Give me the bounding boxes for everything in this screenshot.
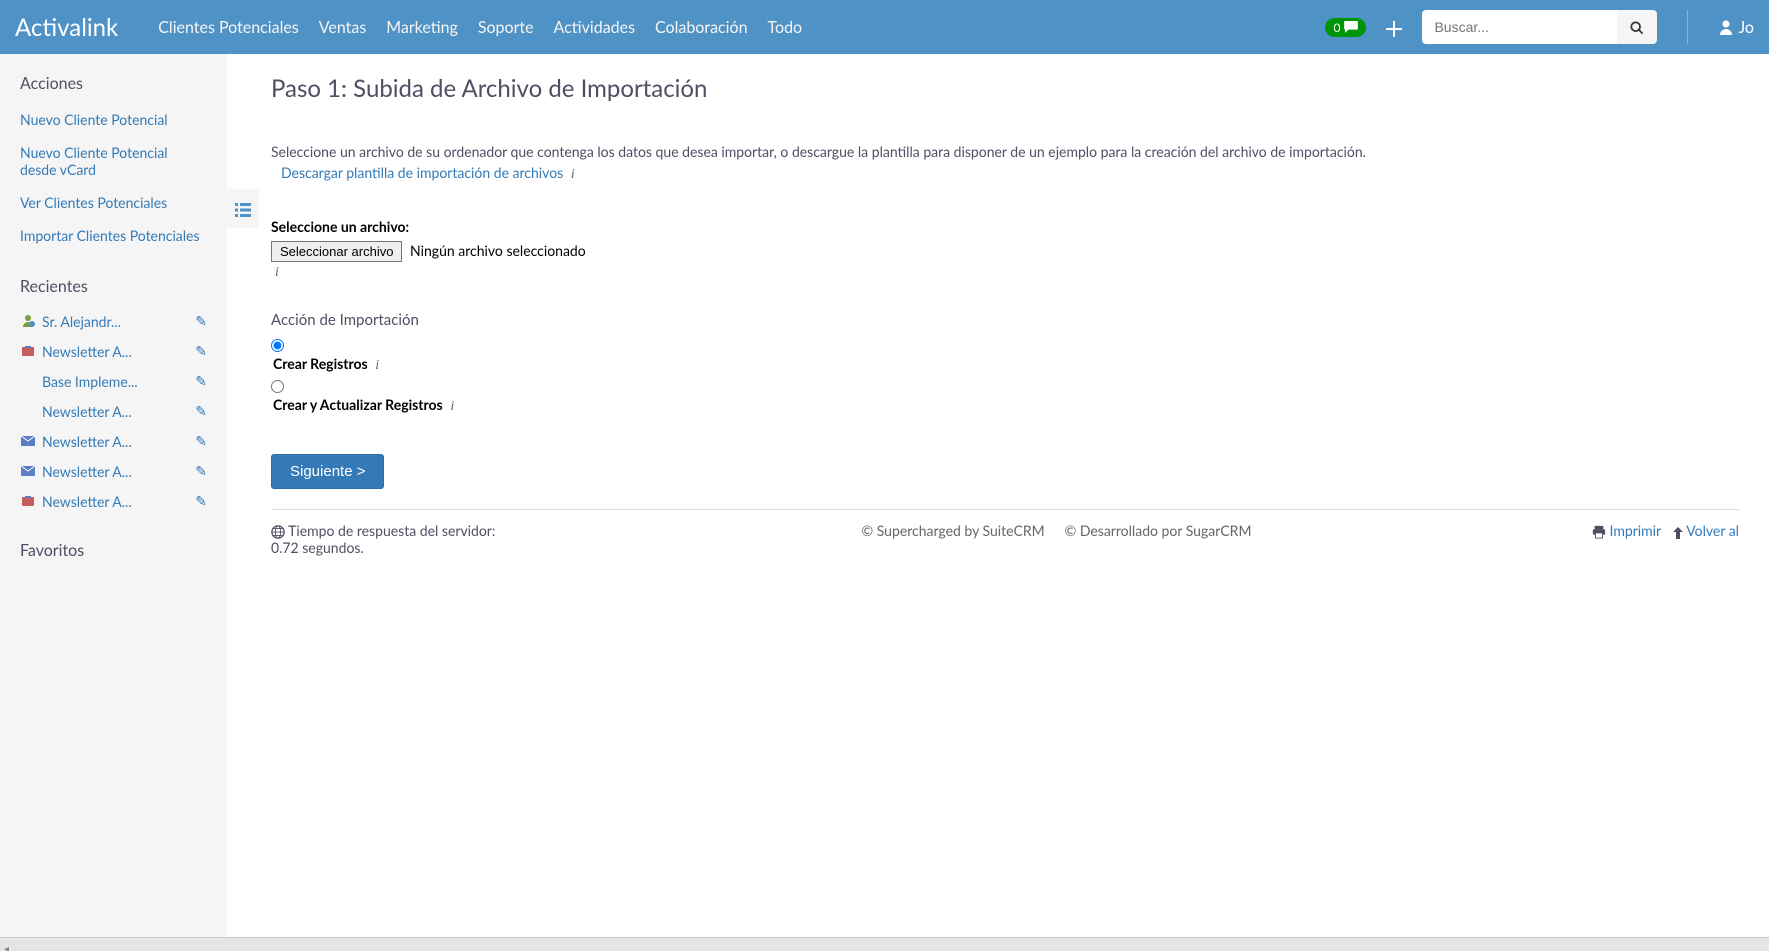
recents-list: Sr. Alejandr... ✎ Newsletter A... ✎ Base… (20, 306, 207, 516)
action-link-import-leads[interactable]: Importar Clientes Potenciales (20, 227, 200, 244)
arrow-up-icon (1673, 527, 1683, 539)
campaign-icon (20, 343, 36, 359)
actions-heading: Acciones (20, 74, 207, 93)
search-input[interactable] (1422, 10, 1617, 44)
instruction-text: Seleccione un archivo de su ordenador qu… (271, 143, 1739, 160)
blank-icon (20, 403, 36, 419)
download-template-link[interactable]: Descargar plantilla de importación de ar… (281, 164, 575, 183)
globe-icon (271, 525, 285, 539)
recent-link[interactable]: Newsletter A... (42, 433, 132, 450)
nav-item[interactable]: Marketing (386, 18, 458, 37)
edit-icon[interactable]: ✎ (195, 312, 207, 330)
print-link[interactable]: Imprimir (1592, 522, 1661, 539)
radio-create-update[interactable] (271, 380, 284, 393)
info-icon[interactable]: i (571, 167, 575, 182)
topbar: Activalink Clientes Potenciales Ventas M… (0, 0, 1769, 54)
file-status-text: Ningún archivo seleccionado (410, 242, 586, 259)
radio-create[interactable] (271, 339, 284, 352)
sugarcrm-credit: © Desarrollado por SugarCRM (1065, 522, 1252, 539)
recent-item: Newsletter A... ✎ (20, 486, 207, 516)
recent-item: Sr. Alejandr... ✎ (20, 306, 207, 336)
lead-icon (20, 313, 36, 329)
back-to-top-link[interactable]: Volver al (1673, 522, 1739, 539)
notifications-badge[interactable]: 0 (1325, 18, 1366, 37)
recent-link[interactable]: Base Impleme... (42, 373, 138, 390)
recent-item: Base Impleme... ✎ (20, 366, 207, 396)
campaign-icon (20, 493, 36, 509)
radio-create-update-label: Crear y Actualizar Registros (273, 396, 443, 413)
actions-list: Nuevo Cliente Potencial Nuevo Cliente Po… (20, 103, 207, 252)
main-nav: Clientes Potenciales Ventas Marketing So… (158, 18, 1325, 37)
next-button[interactable]: Siguiente > (271, 454, 384, 489)
nav-item[interactable]: Colaboración (655, 18, 748, 37)
info-icon[interactable]: i (275, 265, 279, 280)
favs-heading: Favoritos (20, 541, 207, 560)
file-select-button[interactable]: Seleccionar archivo (271, 241, 402, 262)
divider (1687, 10, 1688, 44)
edit-icon[interactable]: ✎ (195, 402, 207, 420)
user-icon (1718, 19, 1734, 35)
recent-link[interactable]: Sr. Alejandr... (42, 313, 121, 330)
blank-icon (20, 373, 36, 389)
edit-icon[interactable]: ✎ (195, 432, 207, 450)
import-action-label: Acción de Importación (271, 311, 1739, 329)
edit-icon[interactable]: ✎ (195, 492, 207, 510)
recent-link[interactable]: Newsletter A... (42, 463, 132, 480)
list-icon (235, 203, 251, 217)
nav-item[interactable]: Todo (768, 18, 803, 37)
info-icon[interactable]: i (375, 358, 379, 373)
recent-item: Newsletter A... ✎ (20, 426, 207, 456)
brand-logo[interactable]: Activalink (15, 13, 118, 42)
action-link-new-lead-vcard[interactable]: Nuevo Cliente Potencial desde vCard (20, 144, 168, 178)
nav-item[interactable]: Soporte (478, 18, 534, 37)
info-icon[interactable]: i (450, 399, 454, 414)
nav-item[interactable]: Actividades (554, 18, 635, 37)
nav-item[interactable]: Ventas (319, 18, 367, 37)
recent-link[interactable]: Newsletter A... (42, 403, 132, 420)
sidebar-toggle[interactable] (227, 189, 259, 228)
recent-link[interactable]: Newsletter A... (42, 493, 132, 510)
user-menu[interactable]: Jo (1718, 18, 1754, 37)
badge-count: 0 (1333, 20, 1340, 35)
radio-create-label: Crear Registros (273, 355, 368, 372)
select-file-label: Seleccione un archivo: (271, 218, 1739, 235)
recent-link[interactable]: Newsletter A... (42, 343, 132, 360)
search-form (1422, 10, 1657, 44)
recent-item: Newsletter A... ✎ (20, 396, 207, 426)
action-link-new-lead[interactable]: Nuevo Cliente Potencial (20, 111, 168, 128)
magnifier-icon (1630, 21, 1644, 35)
email-icon (20, 433, 36, 449)
edit-icon[interactable]: ✎ (195, 342, 207, 360)
email-icon (20, 463, 36, 479)
suitecrm-credit: © Supercharged by SuiteCRM (862, 522, 1045, 539)
recent-item: Newsletter A... ✎ (20, 336, 207, 366)
nav-item[interactable]: Clientes Potenciales (158, 18, 299, 37)
main-content: Paso 1: Subida de Archivo de Importación… (227, 54, 1769, 951)
action-link-view-leads[interactable]: Ver Clientes Potenciales (20, 194, 167, 211)
comment-icon (1344, 21, 1358, 33)
edit-icon[interactable]: ✎ (195, 372, 207, 390)
topbar-tools: 0 Jo (1325, 10, 1754, 44)
edit-icon[interactable]: ✎ (195, 462, 207, 480)
quick-create-icon[interactable] (1386, 16, 1402, 38)
footer: Tiempo de respuesta del servidor: 0.72 s… (271, 509, 1739, 556)
response-time: Tiempo de respuesta del servidor: 0.72 s… (271, 522, 495, 556)
page-title: Paso 1: Subida de Archivo de Importación (271, 74, 1739, 103)
printer-icon (1592, 525, 1606, 539)
bottom-scrollbar[interactable] (0, 937, 1769, 951)
sidebar: Acciones Nuevo Cliente Potencial Nuevo C… (0, 54, 227, 951)
user-name: Jo (1738, 18, 1754, 37)
recent-item: Newsletter A... ✎ (20, 456, 207, 486)
search-button[interactable] (1617, 10, 1657, 44)
recents-heading: Recientes (20, 277, 207, 296)
